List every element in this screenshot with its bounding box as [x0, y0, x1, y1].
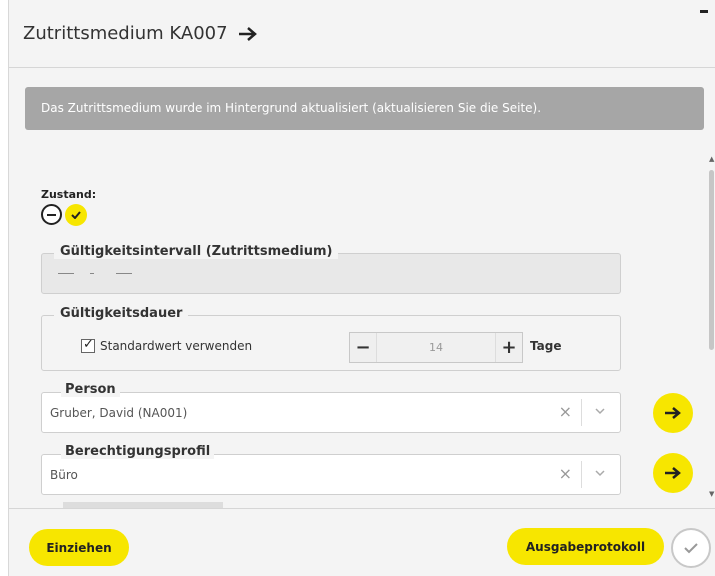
use-default-checkbox[interactable]: ✓: [81, 337, 95, 353]
duration-value[interactable]: 14: [376, 333, 496, 362]
duration-stepper: − 14 +: [349, 332, 523, 363]
arrow-right-icon[interactable]: [238, 26, 258, 42]
page-title: Zutrittsmedium KA007: [23, 23, 258, 44]
dialog-footer: Einziehen Ausgabeprotokoll: [9, 508, 715, 576]
open-profile-button[interactable]: [653, 453, 693, 493]
confirm-button[interactable]: [671, 528, 711, 568]
arrow-right-icon: [665, 407, 681, 419]
decrement-button[interactable]: −: [350, 333, 376, 362]
chevron-down-icon[interactable]: [594, 467, 606, 479]
check-icon: [71, 211, 81, 219]
person-value: Gruber, David (NA001): [50, 406, 188, 420]
interval-separator: [90, 273, 94, 274]
dialog-header: Zutrittsmedium KA007: [9, 0, 715, 68]
validity-duration-legend: Gültigkeitsdauer: [54, 306, 189, 321]
profile-label: Berechtigungsprofil: [61, 444, 215, 459]
select-divider: [581, 461, 582, 488]
person-label: Person: [61, 382, 120, 397]
checkmark-icon: ✓: [83, 337, 94, 352]
clear-icon[interactable]: ×: [559, 402, 572, 421]
scroll-down-icon[interactable]: ▼: [709, 490, 714, 498]
increment-button[interactable]: +: [496, 333, 522, 362]
profile-value: Büro: [50, 468, 78, 482]
access-medium-dialog: Zutrittsmedium KA007 Das Zutrittsmedium …: [8, 0, 715, 576]
scroll-thumb[interactable]: [709, 170, 714, 350]
state-active-icon[interactable]: [65, 204, 87, 226]
minimize-button[interactable]: [700, 10, 708, 13]
vertical-scrollbar[interactable]: ▲ ▼: [707, 150, 715, 500]
scroll-up-icon[interactable]: ▲: [709, 155, 714, 163]
use-default-label: Standardwert verwenden: [100, 339, 253, 353]
profile-select[interactable]: Büro ×: [41, 454, 621, 495]
arrow-right-icon: [665, 467, 681, 479]
open-person-button[interactable]: [653, 393, 693, 433]
issue-protocol-button[interactable]: Ausgabeprotokoll: [507, 528, 664, 565]
update-notice: Das Zutrittsmedium wurde im Hintergrund …: [25, 87, 704, 130]
state-inactive-icon[interactable]: [41, 204, 62, 225]
state-toggle-group: [41, 204, 87, 226]
validity-duration-fieldset: Gültigkeitsdauer ✓ Standardwert verwende…: [41, 306, 621, 371]
title-text: Zutrittsmedium KA007: [23, 23, 228, 44]
person-select[interactable]: Gruber, David (NA001) ×: [41, 392, 621, 433]
clear-icon[interactable]: ×: [559, 464, 572, 483]
state-label: Zustand:: [41, 188, 97, 201]
chevron-down-icon[interactable]: [594, 405, 606, 417]
interval-end-placeholder[interactable]: [116, 273, 132, 274]
validity-interval-fieldset: Gültigkeitsintervall (Zutrittsmedium): [41, 244, 621, 294]
interval-start-placeholder[interactable]: [58, 273, 74, 274]
check-icon: [684, 543, 698, 554]
withdraw-button[interactable]: Einziehen: [29, 529, 129, 566]
validity-interval-legend: Gültigkeitsintervall (Zutrittsmedium): [54, 244, 339, 259]
select-divider: [581, 399, 582, 426]
duration-unit: Tage: [530, 339, 562, 353]
form-content: Zustand: Gültigkeitsintervall (Zutrittsm…: [9, 150, 715, 508]
